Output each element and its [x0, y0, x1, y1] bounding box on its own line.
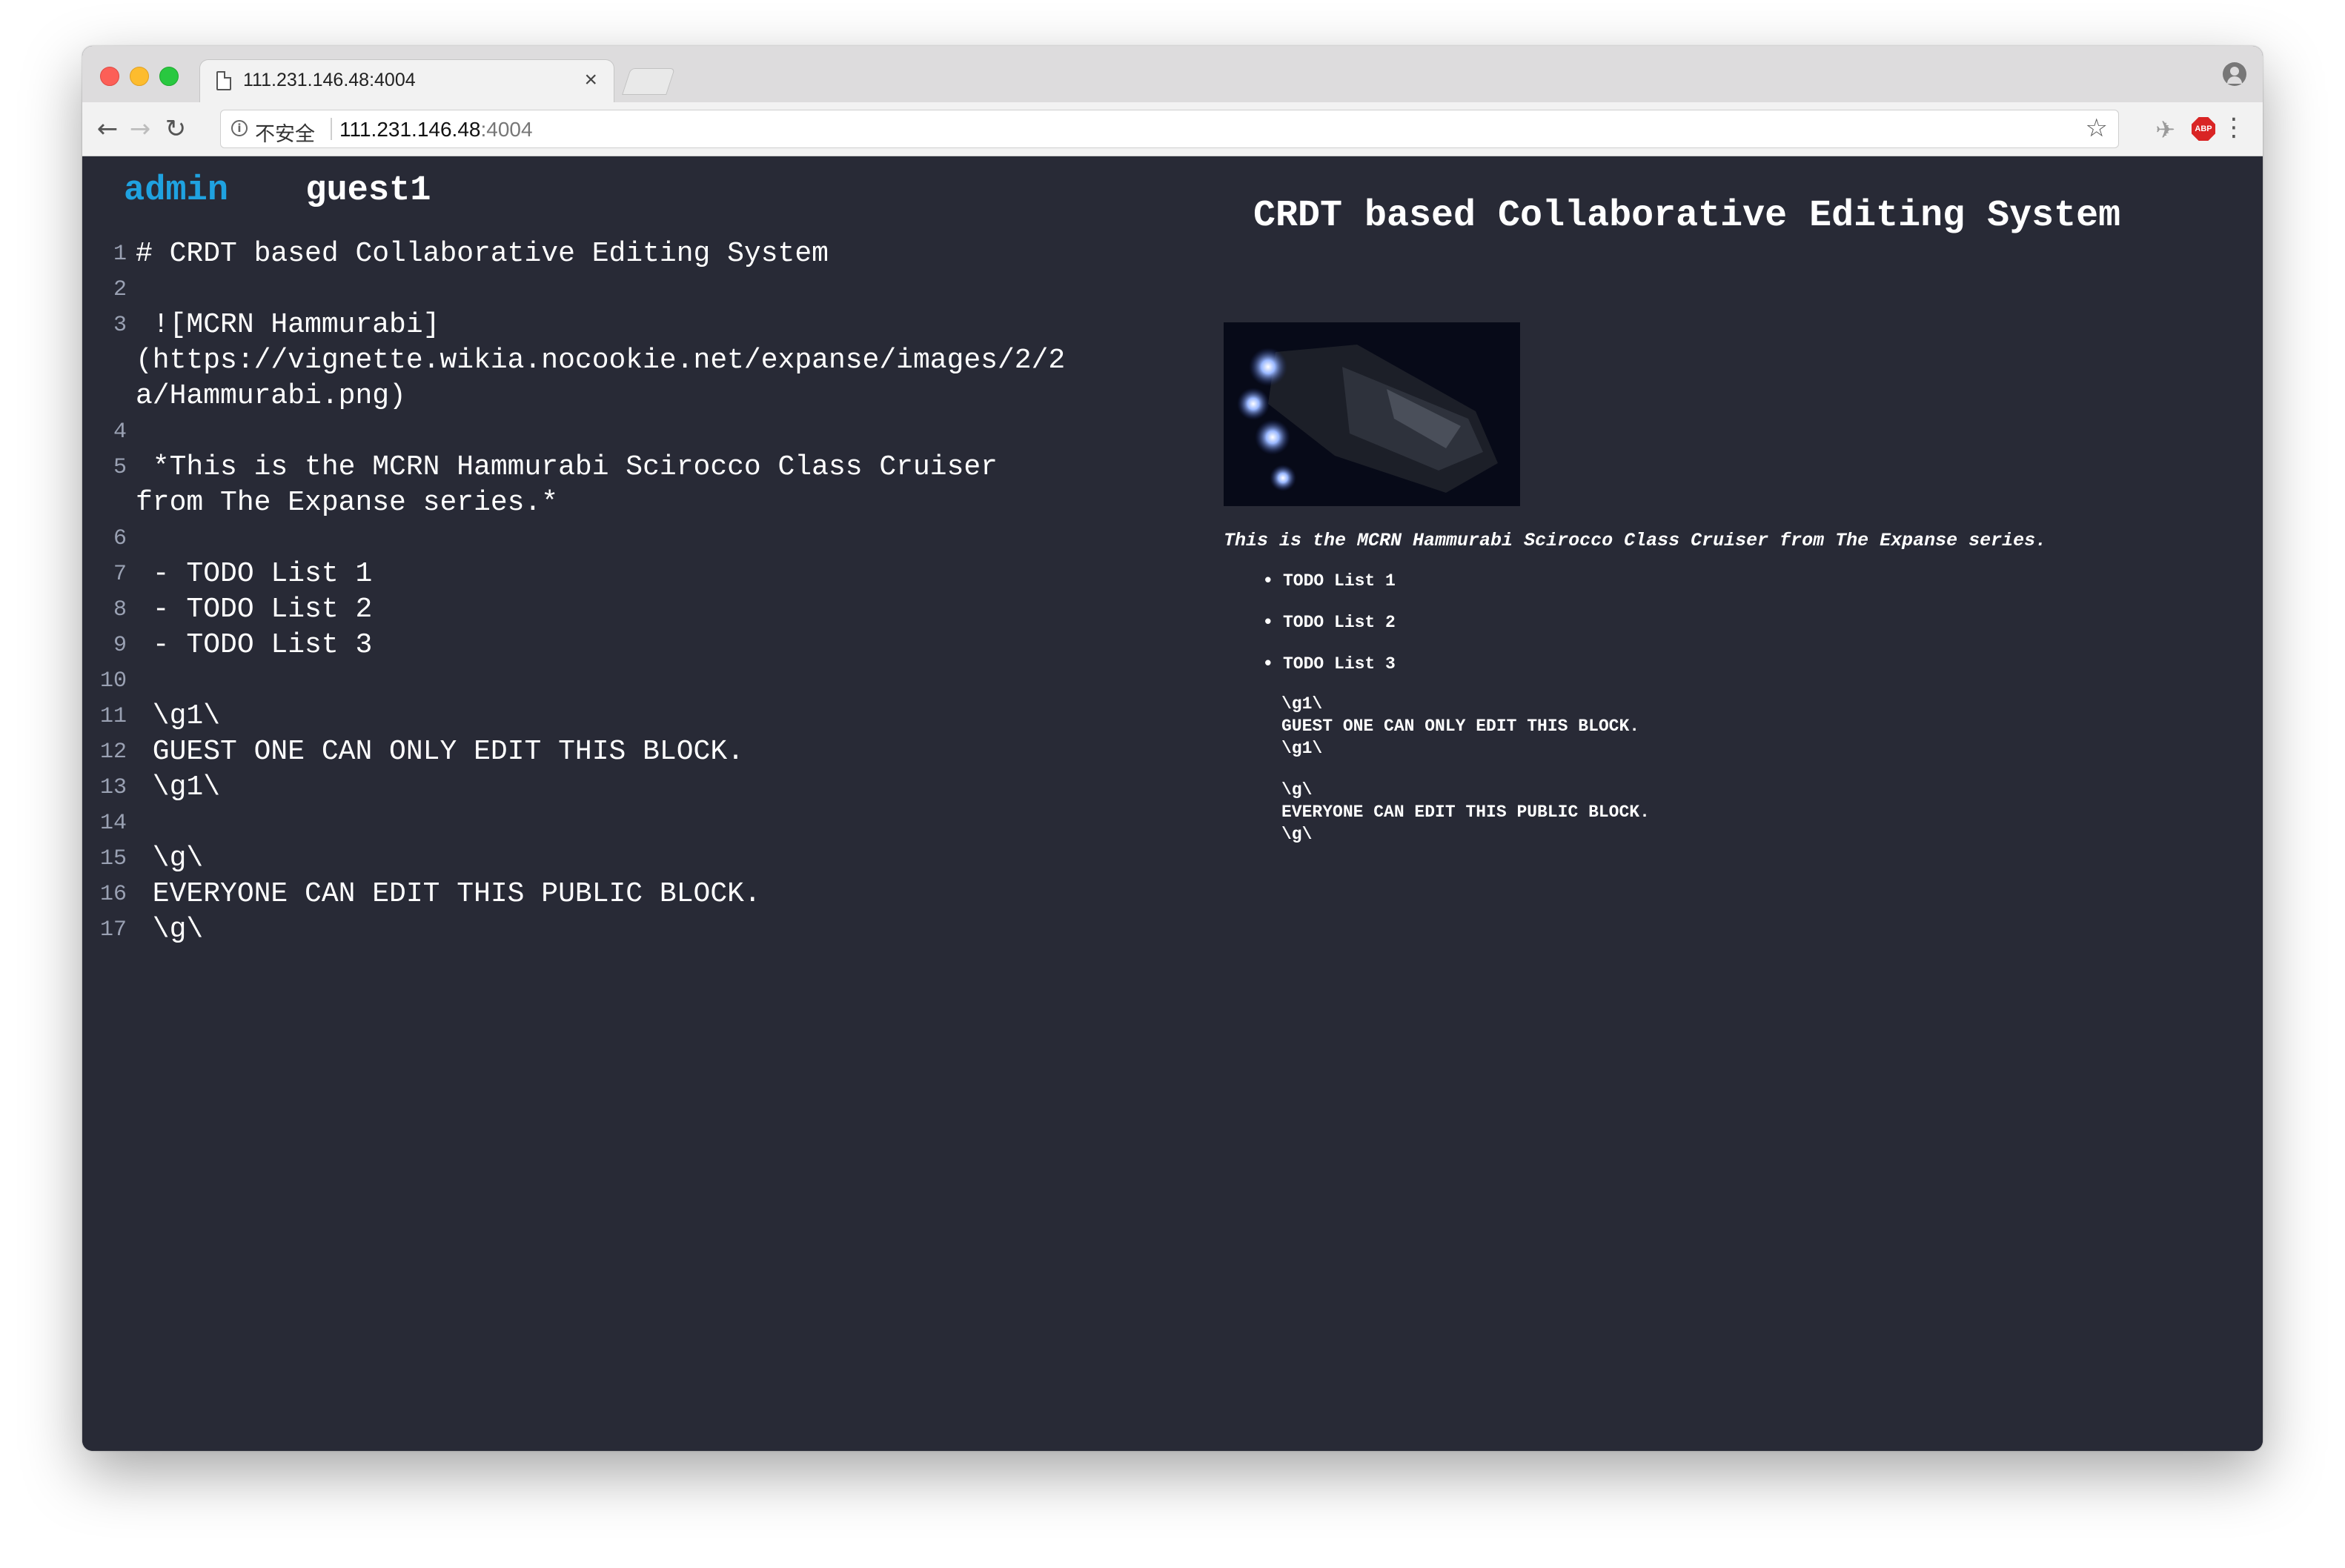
tab-title: 111.231.146.48:4004 [243, 70, 416, 90]
editor-line[interactable]: 6 [82, 521, 1253, 557]
browser-tab[interactable]: 111.231.146.48:4004 × [199, 59, 614, 104]
editor-line[interactable]: 11 \g1\ [82, 699, 1253, 734]
editor-line[interactable]: 7 - TODO List 1 [82, 557, 1253, 592]
line-number: 6 [113, 526, 127, 551]
line-number: 15 [99, 846, 127, 871]
line-number: 2 [113, 277, 127, 302]
close-window-button[interactable] [100, 67, 119, 86]
maximize-window-button[interactable] [159, 67, 179, 86]
line-text[interactable]: EVERYONE CAN EDIT THIS PUBLIC BLOCK. [136, 877, 761, 912]
line-text[interactable]: - TODO List 2 [136, 592, 372, 628]
line-number: 7 [113, 562, 127, 587]
preview-title: CRDT based Collaborative Editing System [1253, 195, 2121, 237]
line-number: 13 [99, 775, 127, 800]
editor-line[interactable]: 4 [82, 414, 1253, 450]
tab-close-icon[interactable]: × [584, 67, 597, 93]
adblock-icon[interactable]: ABP [2192, 117, 2215, 141]
line-number: 4 [113, 419, 127, 445]
line-number: 9 [113, 633, 127, 658]
line-text[interactable]: a/Hammurabi.png) [136, 379, 406, 414]
editor-line[interactable]: 5 *This is the MCRN Hammurabi Scirocco C… [82, 450, 1253, 485]
editor-line[interactable]: 17 \g\ [82, 912, 1253, 948]
line-text[interactable]: - TODO List 3 [136, 628, 372, 663]
line-number: 1 [113, 242, 127, 267]
line-text[interactable]: # CRDT based Collaborative Editing Syste… [136, 236, 829, 272]
user-tabs: admin guest1 [124, 171, 431, 210]
line-number: 14 [99, 811, 127, 836]
browser-window: 111.231.146.48:4004 × ← → ↻ i 不安全 111.23… [82, 46, 2263, 1451]
info-icon[interactable]: i [231, 120, 248, 136]
line-number: 12 [99, 740, 127, 765]
line-text[interactable]: from The Expanse series.* [136, 485, 558, 521]
line-text[interactable]: \g1\ [136, 699, 220, 734]
line-number: 16 [99, 882, 127, 907]
editor-line[interactable]: from The Expanse series.* [82, 485, 1253, 521]
editor-line[interactable]: a/Hammurabi.png) [82, 379, 1253, 414]
preview-todo-list: TODO List 1 TODO List 2 TODO List 3 [1262, 570, 1396, 694]
line-number: 17 [99, 917, 127, 943]
line-text[interactable]: \g1\ [136, 770, 220, 805]
list-item: TODO List 3 [1262, 653, 1396, 694]
forward-arrow-icon[interactable]: → [124, 113, 156, 145]
editor-line[interactable]: 1 # CRDT based Collaborative Editing Syst… [82, 236, 1253, 272]
line-text[interactable]: (https://vignette.wikia.nocookie.net/exp… [136, 343, 1065, 379]
list-item: TODO List 1 [1262, 570, 1396, 611]
line-number [82, 379, 136, 414]
ship-illustration [1224, 322, 1520, 506]
markdown-editor[interactable]: 1 # CRDT based Collaborative Editing Syst… [82, 236, 1253, 948]
minimize-window-button[interactable] [130, 67, 149, 86]
line-number [82, 485, 136, 521]
line-text[interactable]: - TODO List 1 [136, 557, 372, 592]
editor-line[interactable]: 3 ![MCRN Hammurabi] [82, 308, 1253, 343]
preview-caption: This is the MCRN Hammurabi Scirocco Clas… [1224, 530, 2047, 551]
line-text[interactable]: \g\ [136, 841, 203, 877]
extension-feather-icon[interactable]: ✈ [2155, 116, 2175, 144]
url-port: :4004 [480, 118, 533, 141]
line-text[interactable]: \g\ [136, 912, 203, 948]
line-text[interactable]: *This is the MCRN Hammurabi Scirocco Cla… [136, 450, 998, 485]
star-icon[interactable]: ☆ [2086, 113, 2108, 143]
list-item: TODO List 2 [1262, 611, 1396, 653]
tab-strip: 111.231.146.48:4004 × [82, 46, 2263, 104]
editor-line[interactable]: 14 [82, 805, 1253, 841]
editor-line[interactable]: 2 [82, 272, 1253, 308]
editor-line[interactable]: 9 - TODO List 3 [82, 628, 1253, 663]
line-number: 3 [113, 313, 127, 338]
menu-dots-icon[interactable]: ⋮ [2221, 113, 2246, 142]
not-secure-label[interactable]: 不安全 [255, 118, 315, 147]
line-number: 10 [99, 668, 127, 694]
page-icon [216, 71, 231, 90]
profile-icon[interactable] [2223, 62, 2246, 86]
user-tab-admin[interactable]: admin [124, 171, 228, 210]
editor-line[interactable]: 8 - TODO List 2 [82, 592, 1253, 628]
back-arrow-icon[interactable]: ← [91, 113, 124, 145]
omnibox-divider [331, 118, 332, 140]
guest-block: \g1\ GUEST ONE CAN ONLY EDIT THIS BLOCK.… [1281, 694, 1640, 758]
line-text[interactable]: GUEST ONE CAN ONLY EDIT THIS BLOCK. [136, 734, 744, 770]
preview-image [1224, 322, 1520, 506]
public-block: \g\ EVERYONE CAN EDIT THIS PUBLIC BLOCK.… [1281, 780, 1650, 844]
reload-icon[interactable]: ↻ [159, 113, 192, 145]
line-number: 11 [99, 704, 127, 729]
app-content: admin guest1 1 # CRDT based Collaborative… [82, 156, 2263, 1451]
line-text[interactable]: ![MCRN Hammurabi] [136, 308, 440, 343]
url-text[interactable]: 111.231.146.48:4004 [339, 118, 533, 142]
editor-line[interactable]: 16 EVERYONE CAN EDIT THIS PUBLIC BLOCK. [82, 877, 1253, 912]
editor-line[interactable]: 12 GUEST ONE CAN ONLY EDIT THIS BLOCK. [82, 734, 1253, 770]
line-number: 8 [113, 597, 127, 622]
address-bar[interactable]: i 不安全 111.231.146.48:4004 ☆ [220, 110, 2119, 148]
line-number: 5 [113, 455, 127, 480]
line-number [82, 343, 136, 379]
editor-line[interactable]: (https://vignette.wikia.nocookie.net/exp… [82, 343, 1253, 379]
editor-line[interactable]: 15 \g\ [82, 841, 1253, 877]
editor-line[interactable]: 13 \g1\ [82, 770, 1253, 805]
browser-toolbar: ← → ↻ i 不安全 111.231.146.48:4004 ☆ ✈ ABP … [82, 102, 2263, 156]
url-host: 111.231.146.48 [339, 118, 481, 141]
new-tab-button[interactable] [622, 68, 675, 95]
user-tab-guest1[interactable]: guest1 [305, 171, 431, 210]
editor-line[interactable]: 10 [82, 663, 1253, 699]
